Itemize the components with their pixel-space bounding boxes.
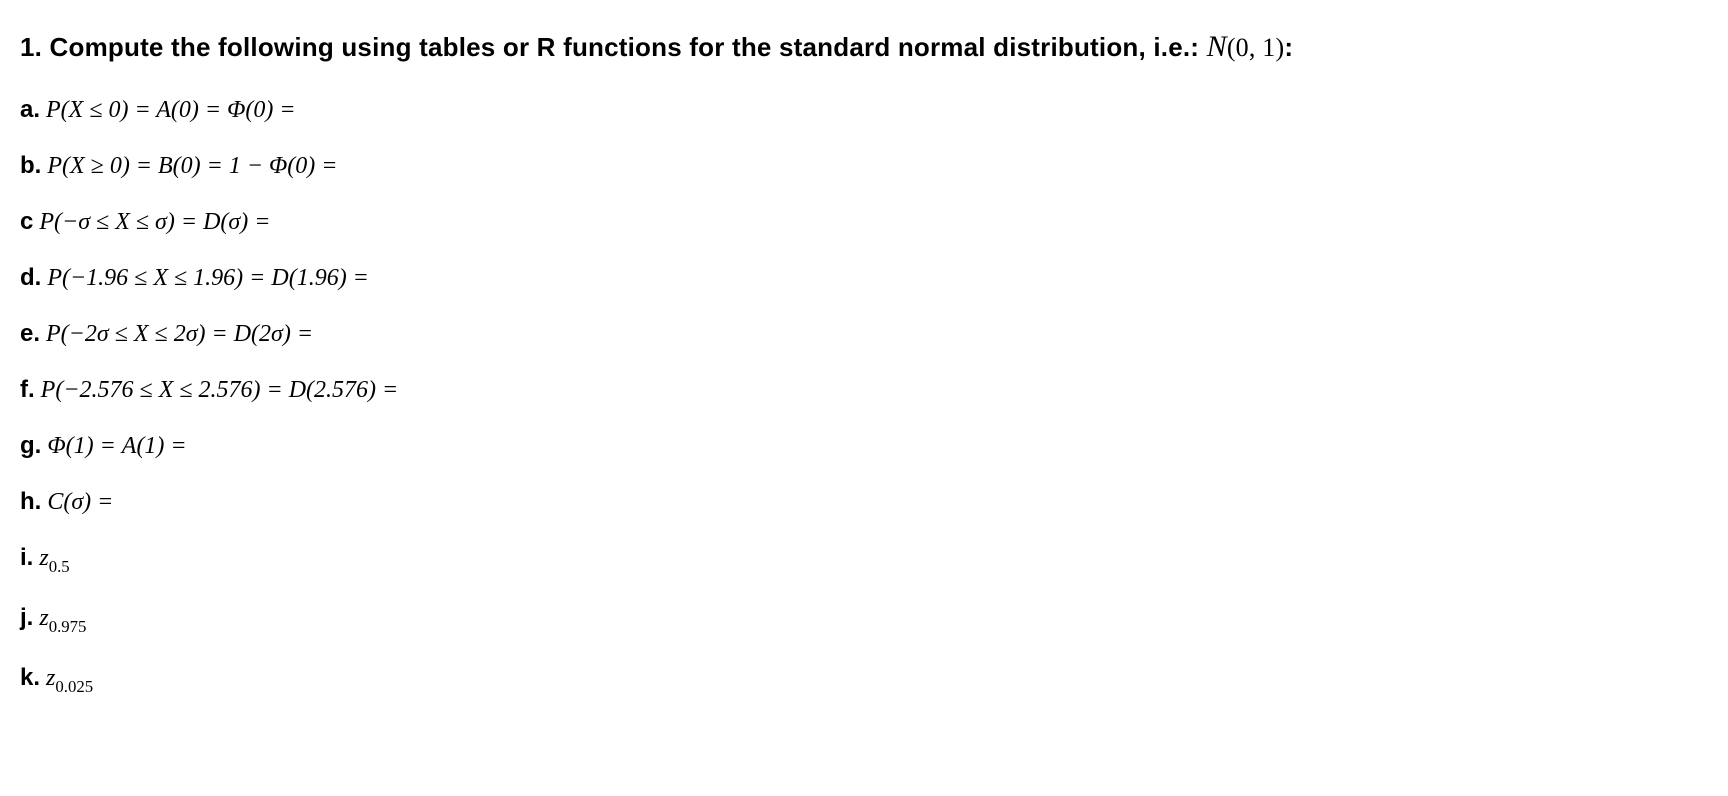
- item-label: e.: [20, 320, 40, 348]
- item-label: c: [20, 208, 33, 236]
- distribution-symbol: N(0, 1): [1207, 33, 1285, 62]
- title-colon: :: [1284, 32, 1293, 62]
- item-expression: z0.5: [39, 545, 69, 576]
- item-expression: z0.025: [46, 665, 93, 696]
- item-expression: P(X ≥ 0) = B(0) = 1 − Φ(0) =: [47, 153, 337, 180]
- list-item: d. P(−1.96 ≤ X ≤ 1.96) = D(1.96) =: [20, 264, 1708, 292]
- list-item: f. P(−2.576 ≤ X ≤ 2.576) = D(2.576) =: [20, 376, 1708, 404]
- list-item: i. z0.5: [20, 544, 1708, 576]
- item-expression: P(−1.96 ≤ X ≤ 1.96) = D(1.96) =: [47, 265, 369, 292]
- item-expression: P(−2.576 ≤ X ≤ 2.576) = D(2.576) =: [41, 377, 399, 404]
- list-item: a. P(X ≤ 0) = A(0) = Φ(0) =: [20, 96, 1708, 124]
- item-label: a.: [20, 96, 40, 124]
- item-expression: C(σ) =: [47, 489, 113, 516]
- item-label: f.: [20, 376, 35, 404]
- item-expression: P(−2σ ≤ X ≤ 2σ) = D(2σ) =: [46, 321, 313, 348]
- item-expression: P(X ≤ 0) = A(0) = Φ(0) =: [46, 97, 296, 124]
- item-label: b.: [20, 152, 41, 180]
- question-text: Compute the following using tables or R …: [50, 32, 1200, 62]
- question-title: 1. Compute the following using tables or…: [20, 30, 1708, 64]
- question-number: 1.: [20, 32, 42, 62]
- list-item: h. C(σ) =: [20, 488, 1708, 516]
- list-item: g. Φ(1) = A(1) =: [20, 432, 1708, 460]
- list-item: k. z0.025: [20, 664, 1708, 696]
- list-item: j. z0.975: [20, 604, 1708, 636]
- list-item: e. P(−2σ ≤ X ≤ 2σ) = D(2σ) =: [20, 320, 1708, 348]
- item-label: k.: [20, 664, 40, 692]
- item-label: j.: [20, 604, 33, 632]
- list-item: c P(−σ ≤ X ≤ σ) = D(σ) =: [20, 208, 1708, 236]
- item-expression: P(−σ ≤ X ≤ σ) = D(σ) =: [39, 209, 270, 236]
- item-expression: z0.975: [39, 605, 86, 636]
- item-expression: Φ(1) = A(1) =: [47, 433, 186, 460]
- item-label: h.: [20, 488, 41, 516]
- item-label: d.: [20, 264, 41, 292]
- item-label: g.: [20, 432, 41, 460]
- item-label: i.: [20, 544, 33, 572]
- list-item: b. P(X ≥ 0) = B(0) = 1 − Φ(0) =: [20, 152, 1708, 180]
